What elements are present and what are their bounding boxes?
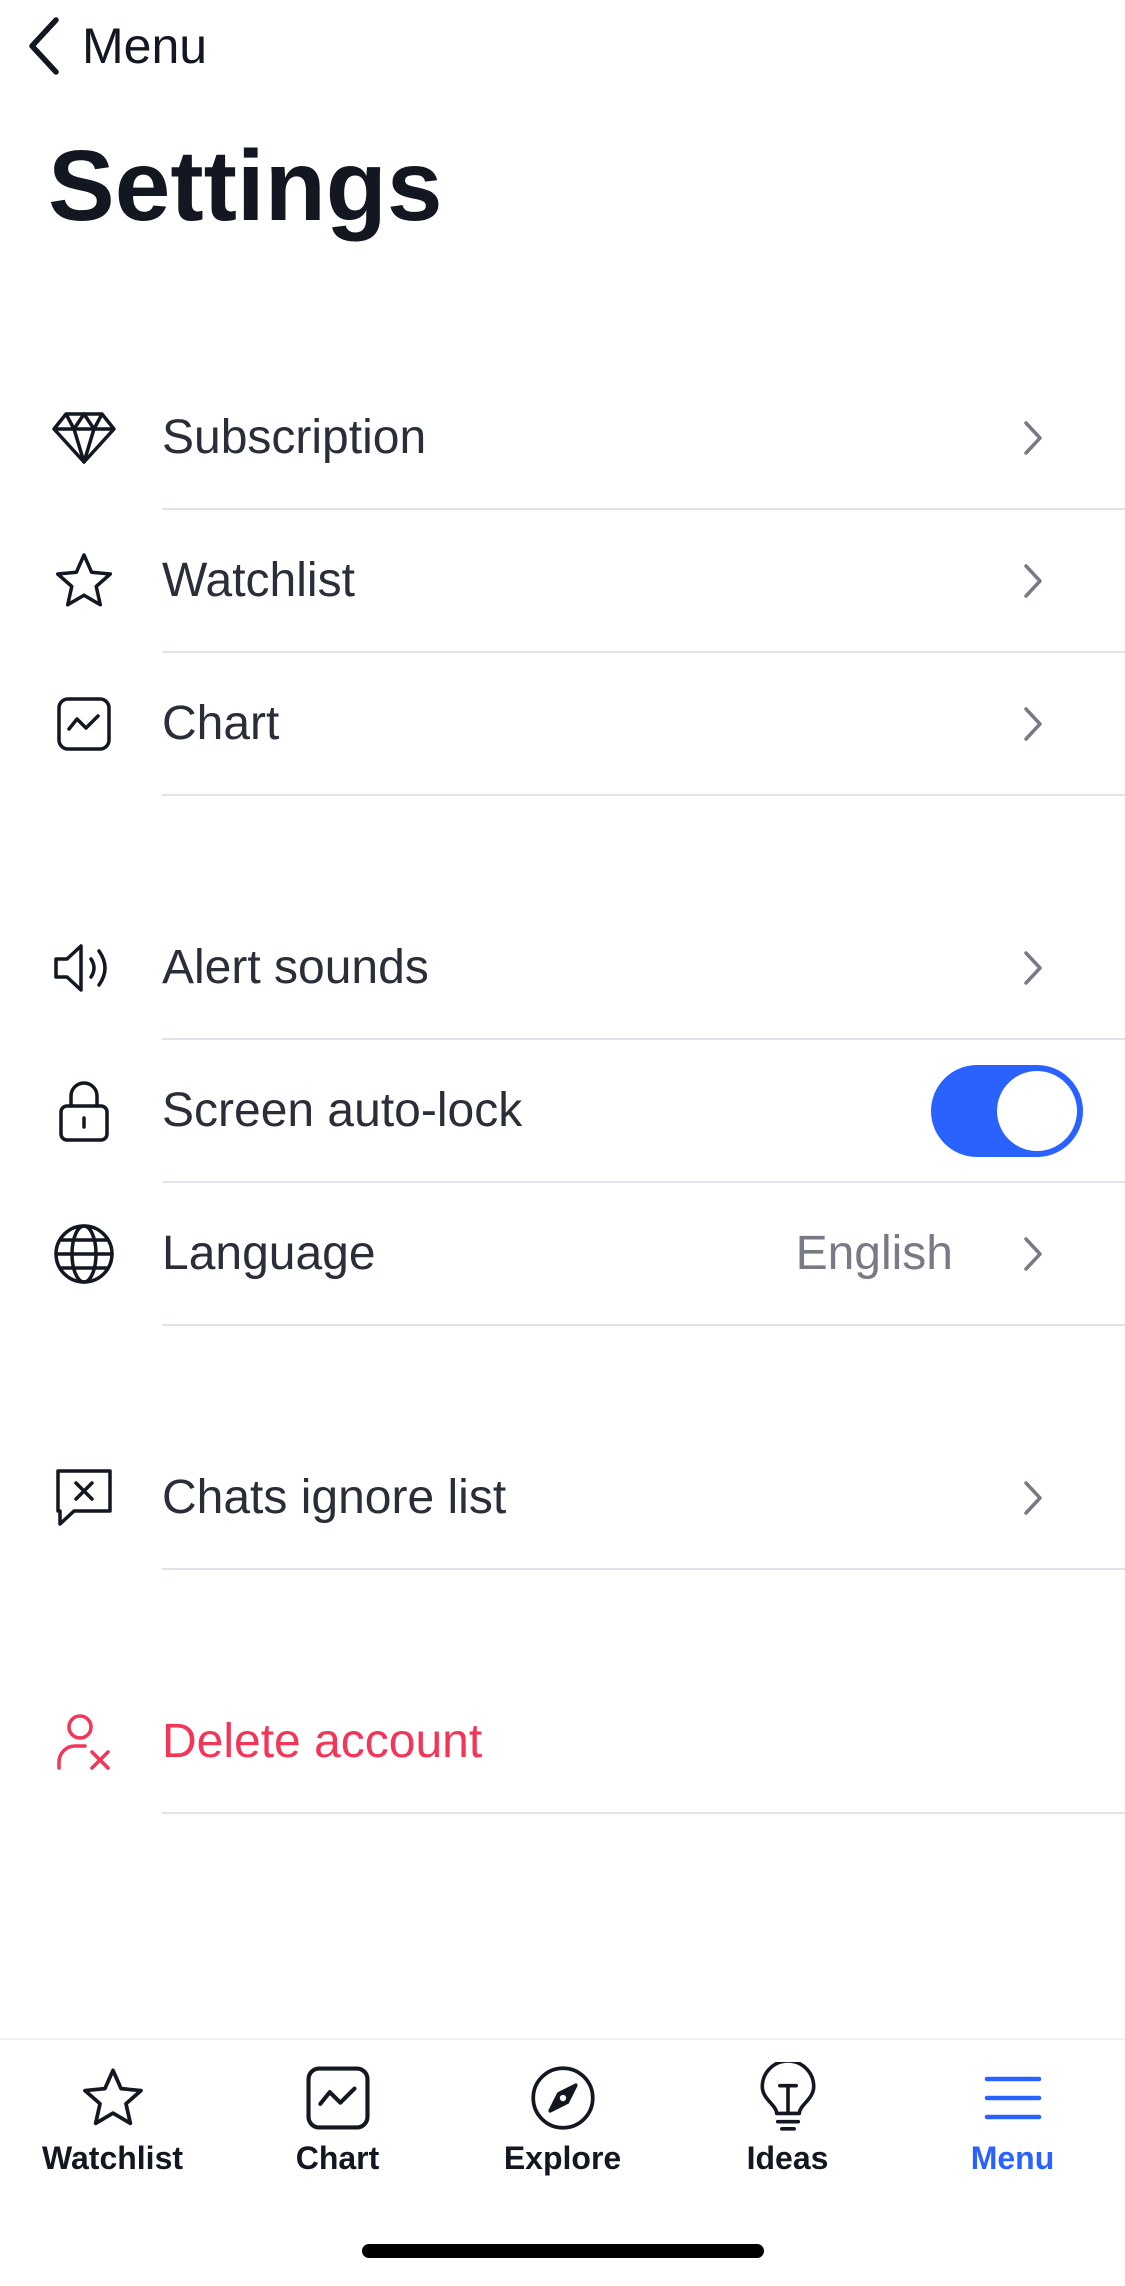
compass-icon — [527, 2062, 599, 2134]
screen-auto-lock-toggle[interactable] — [931, 1065, 1083, 1157]
settings-row-screen-auto-lock: Screen auto-lock — [0, 1039, 1125, 1183]
tab-label: Explore — [503, 2140, 622, 2176]
tab-chart[interactable]: Chart — [225, 2040, 450, 2200]
settings-row-label: Delete account — [162, 1715, 483, 1768]
back-button-label: Menu — [82, 18, 208, 74]
divider — [162, 1568, 1125, 1570]
tab-ideas[interactable]: Ideas — [675, 2040, 900, 2200]
settings-row-chart[interactable]: Chart — [0, 652, 1125, 796]
page-title: Settings — [48, 130, 443, 242]
language-value: English — [795, 1227, 953, 1280]
star-icon — [45, 546, 123, 616]
tab-explore[interactable]: Explore — [450, 2040, 675, 2200]
settings-row-label: Chart — [162, 697, 280, 750]
chevron-right-icon — [1024, 1237, 1042, 1271]
settings-row-delete-account[interactable]: Delete account — [0, 1670, 1125, 1814]
globe-icon — [45, 1219, 123, 1289]
divider — [162, 794, 1125, 796]
chart-icon — [302, 2062, 374, 2134]
chart-icon — [45, 689, 123, 759]
settings-row-label: Screen auto-lock — [162, 1084, 523, 1137]
chevron-right-icon — [1024, 421, 1042, 455]
settings-row-label: Language — [162, 1227, 376, 1280]
home-indicator — [362, 2244, 764, 2258]
chevron-left-icon — [29, 17, 59, 75]
user-remove-icon — [45, 1707, 123, 1777]
back-button[interactable]: Menu — [24, 14, 207, 78]
settings-row-label: Alert sounds — [162, 941, 429, 994]
settings-row-watchlist[interactable]: Watchlist — [0, 509, 1125, 653]
lock-icon — [45, 1076, 123, 1146]
diamond-icon — [45, 403, 123, 473]
tab-menu[interactable]: Menu — [900, 2040, 1125, 2200]
star-icon — [77, 2062, 149, 2134]
chevron-right-icon — [1024, 564, 1042, 598]
tab-watchlist[interactable]: Watchlist — [0, 2040, 225, 2200]
tab-label: Chart — [295, 2140, 380, 2176]
settings-row-alert-sounds[interactable]: Alert sounds — [0, 896, 1125, 1040]
settings-row-language[interactable]: Language English — [0, 1182, 1125, 1326]
speaker-icon — [45, 933, 123, 1003]
chevron-right-icon — [1024, 1481, 1042, 1515]
divider — [162, 1812, 1125, 1814]
hamburger-menu-icon — [977, 2062, 1049, 2134]
tab-label: Watchlist — [41, 2140, 184, 2176]
settings-row-label: Watchlist — [162, 554, 355, 607]
tab-label: Ideas — [746, 2140, 829, 2176]
chat-blocked-icon — [45, 1463, 123, 1533]
chevron-right-icon — [1024, 951, 1042, 985]
divider — [162, 1324, 1125, 1326]
settings-row-label: Subscription — [162, 411, 427, 464]
settings-row-subscription[interactable]: Subscription — [0, 366, 1125, 510]
toggle-knob — [997, 1071, 1077, 1151]
settings-row-label: Chats ignore list — [162, 1471, 507, 1524]
settings-row-chats-ignore-list[interactable]: Chats ignore list — [0, 1426, 1125, 1570]
chevron-right-icon — [1024, 707, 1042, 741]
tab-label: Menu — [970, 2140, 1055, 2176]
lightbulb-icon — [752, 2062, 824, 2134]
